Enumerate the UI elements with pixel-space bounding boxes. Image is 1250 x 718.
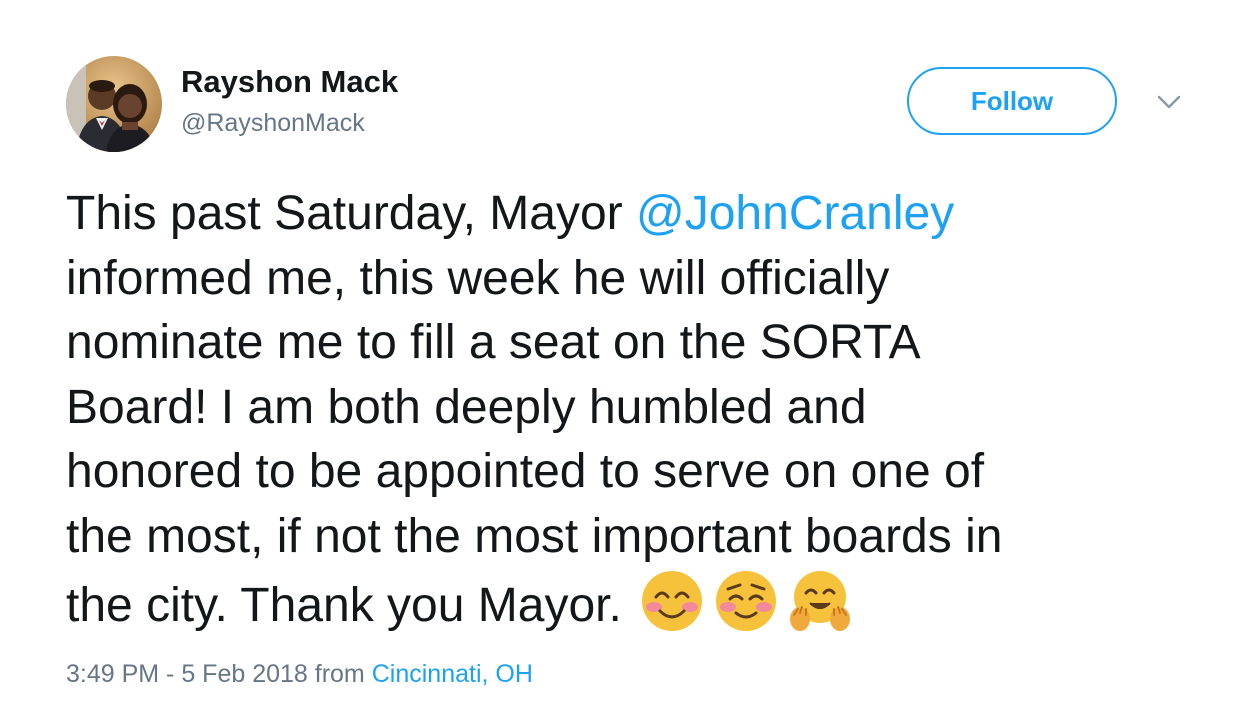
smiling-face-with-smiling-eyes-emoji (641, 571, 702, 631)
location-link[interactable]: Cincinnati, OH (372, 660, 533, 688)
mention-link[interactable]: @JohnCranley (636, 187, 954, 240)
emoji-row (640, 569, 852, 633)
tweet-line: Board! I am both deeply humbled and (66, 380, 867, 434)
tweet-line: informed me, this week he will officiall… (66, 251, 890, 305)
author-avatar[interactable] (66, 56, 162, 152)
hugging-face-emoji (789, 571, 850, 631)
tweet-line: This past Saturday, Mayor @JohnCranley (66, 182, 1206, 247)
follow-button[interactable]: Follow (907, 67, 1117, 135)
tweet-timestamp[interactable]: 3:49 PM - 5 Feb 2018 (66, 660, 308, 688)
author-display-name[interactable]: Rayshon Mack (181, 62, 398, 102)
tweet-line: honored to be appointed to serve on one … (66, 445, 985, 498)
chevron-down-icon (1157, 95, 1181, 109)
tweet-line: the city. Thank you Mayor. (66, 569, 1206, 639)
tweet-card: Rayshon Mack @RayshonMack Follow This pa… (0, 0, 1250, 718)
tweet-line-text: This past Saturday, Mayor (66, 187, 636, 240)
tweet-menu-button[interactable] (1155, 92, 1183, 112)
tweet-text: This past Saturday, Mayor @JohnCranley i… (66, 182, 1206, 639)
avatar-photo-icon (66, 56, 162, 152)
author-handle[interactable]: @RayshonMack (181, 106, 398, 140)
tweet-line: nominate me to fill a seat on the SORTA (66, 316, 921, 369)
tweet-metadata: 3:49 PM - 5 Feb 2018 from Cincinnati, OH (66, 658, 533, 690)
author-block: Rayshon Mack @RayshonMack (181, 62, 398, 140)
from-label: from (307, 660, 372, 688)
relieved-blushing-face-emoji (715, 571, 776, 631)
tweet-line-text: the city. Thank you Mayor. (66, 579, 622, 632)
tweet-line: the most, if not the most important boar… (66, 509, 1003, 563)
